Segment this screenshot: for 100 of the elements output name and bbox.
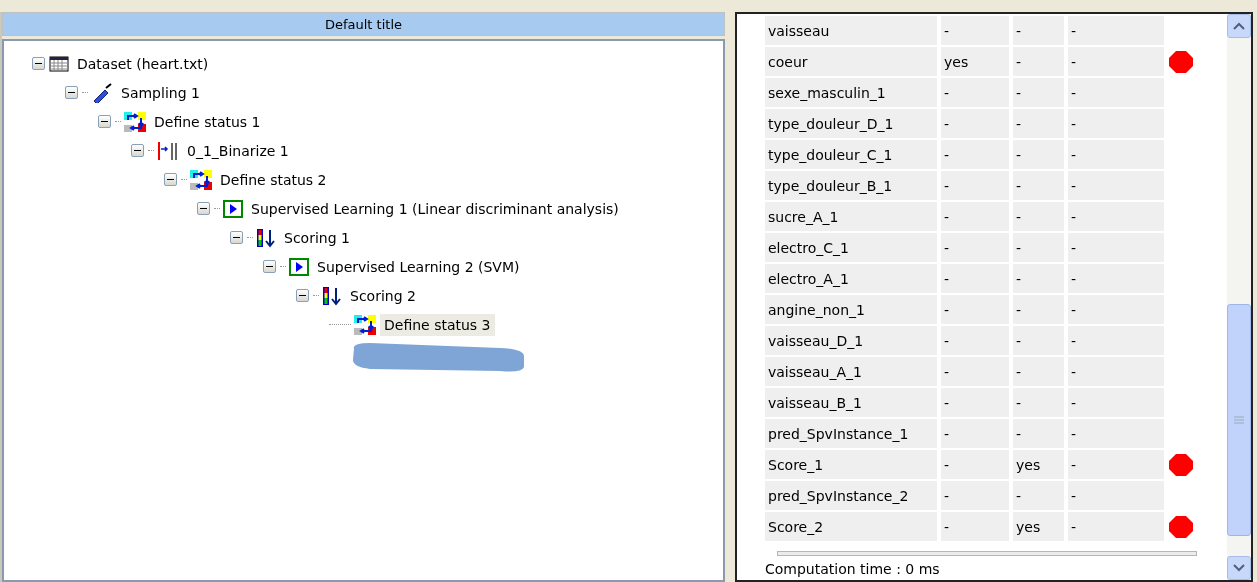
table-cell: - [941, 171, 1009, 200]
table-cell: - [941, 419, 1009, 448]
table-cell: - [1013, 357, 1064, 386]
collapse-toggle[interactable] [131, 144, 144, 157]
collapse-toggle[interactable] [98, 115, 111, 128]
table-cell: - [1013, 202, 1064, 231]
table-cell: - [941, 357, 1009, 386]
tree-node-label[interactable]: Define status 2 [216, 168, 331, 191]
tree-node-label[interactable]: 0_1_Binarize 1 [183, 139, 293, 162]
table-cell: - [1013, 109, 1064, 138]
table-cell: electro_A_1 [765, 264, 937, 293]
collapse-toggle[interactable] [230, 231, 243, 244]
table-cell: type_douleur_C_1 [765, 140, 937, 169]
table-cell: - [1013, 264, 1064, 293]
arrows-icon [190, 169, 212, 190]
table-cell: - [1013, 78, 1064, 107]
tree-node-label[interactable]: Define status 3 [380, 313, 495, 336]
scoring-icon [322, 285, 342, 306]
collapse-toggle[interactable] [32, 57, 45, 70]
grip-icon[interactable] [1234, 416, 1244, 424]
table-cell: - [1068, 47, 1164, 76]
table-cell: yes [941, 47, 1009, 76]
table-cell: - [1068, 109, 1164, 138]
collapse-toggle[interactable] [164, 173, 177, 186]
table-cell: - [1013, 47, 1064, 76]
arrows-icon [354, 314, 376, 335]
table-cell: yes [1013, 512, 1064, 541]
table-cell: - [1068, 512, 1164, 541]
table-cell: - [1068, 326, 1164, 355]
collapse-toggle[interactable] [263, 260, 276, 273]
table-cell: pred_SpvInstance_2 [765, 481, 937, 510]
table-cell: - [1013, 140, 1064, 169]
table-cell: - [1068, 481, 1164, 510]
table-cell: - [1013, 326, 1064, 355]
tree-node-label[interactable]: Scoring 2 [346, 284, 420, 307]
syringe-icon [91, 82, 113, 103]
status-text: Computation time : 0 ms [765, 561, 941, 577]
table-cell: - [941, 481, 1009, 510]
table-cell: yes [1013, 450, 1064, 479]
table-icon [49, 55, 69, 72]
table-cell: - [1013, 295, 1064, 324]
collapse-toggle[interactable] [197, 202, 210, 215]
tree-node-label[interactable]: Scoring 1 [280, 226, 354, 249]
table-cell: angine_non_1 [765, 295, 937, 324]
table-cell: - [1013, 419, 1064, 448]
table-cell: - [941, 202, 1009, 231]
table-cell: - [1068, 419, 1164, 448]
table-cell: vaisseau_B_1 [765, 388, 937, 417]
table-cell: - [1068, 16, 1164, 45]
table-cell: - [941, 233, 1009, 262]
table-cell: - [1013, 233, 1064, 262]
table-cell: - [1013, 388, 1064, 417]
table-cell: - [941, 326, 1009, 355]
table-cell: vaisseau_A_1 [765, 357, 937, 386]
table-cell: - [1068, 140, 1164, 169]
table-cell: vaisseau [765, 16, 937, 45]
table-cell: - [1068, 202, 1164, 231]
scoring-icon [256, 227, 276, 248]
table-cell: - [1013, 171, 1064, 200]
table-cell: - [941, 140, 1009, 169]
collapse-toggle[interactable] [65, 86, 78, 99]
collapse-toggle[interactable] [296, 289, 309, 302]
table-cell: type_douleur_D_1 [765, 109, 937, 138]
table-cell: vaisseau_D_1 [765, 326, 937, 355]
stop-icon [1168, 452, 1194, 477]
table-cell: Score_2 [765, 512, 937, 541]
table-cell: - [1068, 388, 1164, 417]
table-cell: - [941, 512, 1009, 541]
table-cell: - [941, 450, 1009, 479]
play-icon [289, 257, 309, 276]
tree-node-label[interactable]: Dataset (heart.txt) [73, 52, 213, 75]
table-cell: coeur [765, 47, 937, 76]
scrollbar[interactable] [1227, 14, 1251, 580]
table-cell: - [1068, 171, 1164, 200]
table-cell: pred_SpvInstance_1 [765, 419, 937, 448]
table-cell: - [941, 264, 1009, 293]
table-cell: type_douleur_B_1 [765, 171, 937, 200]
table-cell: - [1013, 481, 1064, 510]
tree-node-label[interactable]: Sampling 1 [117, 81, 204, 104]
table-cell: - [1013, 16, 1064, 45]
table-cell: - [1068, 295, 1164, 324]
table-cell: - [941, 295, 1009, 324]
tree-node-label[interactable]: Supervised Learning 1 (Linear discriminant analysis) [247, 197, 623, 220]
table-cell: - [1068, 78, 1164, 107]
table-cell: - [1068, 357, 1164, 386]
tree-node-label[interactable]: Define status 1 [150, 110, 265, 133]
arrows-icon [124, 111, 146, 132]
table-cell: - [1068, 264, 1164, 293]
tree-node-label[interactable]: Supervised Learning 2 (SVM) [313, 255, 524, 278]
stop-icon [1168, 49, 1194, 74]
table-cell: - [941, 78, 1009, 107]
table-cell: sucre_A_1 [765, 202, 937, 231]
table-cell: - [1068, 450, 1164, 479]
binarize-icon [157, 140, 179, 161]
table-cell: sexe_masculin_1 [765, 78, 937, 107]
table-cell: electro_C_1 [765, 233, 937, 262]
table-cell: Score_1 [765, 450, 937, 479]
table-cell: - [1068, 233, 1164, 262]
play-icon [223, 199, 243, 218]
table-cell: - [941, 16, 1009, 45]
